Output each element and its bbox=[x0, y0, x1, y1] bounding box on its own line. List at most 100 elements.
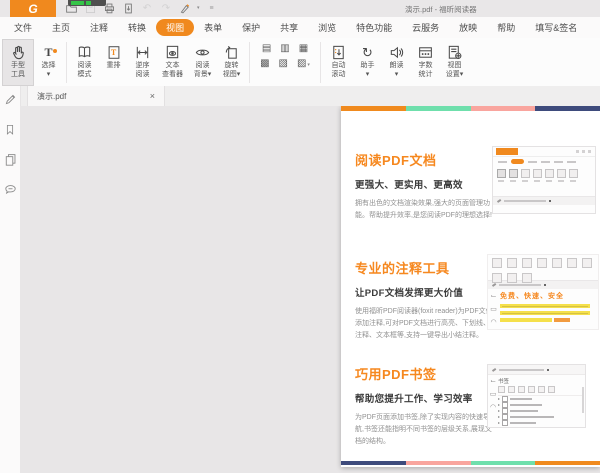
annotation-tagline: 免费、快速、安全 bbox=[500, 293, 564, 300]
hand-tool-button[interactable]: 手型 工具 bbox=[2, 39, 34, 86]
redo-icon[interactable]: ↷ bbox=[159, 2, 173, 15]
page-top-stripe bbox=[341, 106, 600, 111]
mini-bookmark-icon: ⌙ bbox=[490, 293, 497, 300]
tab-convert[interactable]: 转换 bbox=[118, 19, 156, 36]
tab-features[interactable]: 特色功能 bbox=[346, 19, 402, 36]
doc-gear-icon bbox=[446, 43, 463, 62]
section-heading: 阅读PDF文档 bbox=[355, 153, 437, 168]
annotation-thumbnail: ⌙ ▭ ◠ 免费、快速、安全 bbox=[487, 254, 599, 330]
section-body: 为PDF页面添加书签,除了实现内容的快速导航,书签还能指明不同书签的层级关系,展… bbox=[355, 414, 492, 445]
reverse-arrows-icon bbox=[134, 43, 151, 62]
hand-icon bbox=[10, 43, 27, 62]
split-view-icon[interactable]: ▨▾ bbox=[297, 59, 310, 69]
tab-share[interactable]: 共享 bbox=[270, 19, 308, 36]
tab-file[interactable]: 文件 bbox=[4, 19, 42, 36]
section-annotation-tools: 专业的注释工具 让PDF文档发挥更大价值 使用福昕PDF阅读器(foxit re… bbox=[355, 258, 496, 342]
page-layout-group: ▤ ▥ ▦ ▩ ▧ ▨▾ bbox=[253, 39, 317, 86]
export-doc-icon[interactable] bbox=[121, 2, 135, 15]
mini-bookmark-icon: ⌙ bbox=[490, 378, 496, 385]
auto-scroll-icon bbox=[330, 43, 347, 62]
window-title: 演示.pdf - 福昕阅读器 bbox=[405, 5, 477, 14]
edit-pencil-icon[interactable] bbox=[4, 93, 17, 106]
tab-protect[interactable]: 保护 bbox=[232, 19, 270, 36]
tab-comment[interactable]: 注释 bbox=[80, 19, 118, 36]
reflow-doc-icon: T bbox=[106, 43, 122, 62]
foxit-reader-window: G ↶ ↷ ▾ ≡ 演示.pdf - 福昕阅读器 文件 主页 注释 转换 视图 … bbox=[0, 0, 600, 473]
rotate-view-button[interactable]: 旋转 视图▾ bbox=[217, 39, 246, 86]
highlighted-line bbox=[500, 303, 590, 308]
mini-scrollbar bbox=[582, 387, 584, 413]
abacus-icon bbox=[417, 43, 434, 62]
foxit-logo[interactable]: G bbox=[10, 0, 56, 17]
eye-icon bbox=[194, 43, 211, 62]
section-read-pdf: 阅读PDF文档 更强大、更实用、更高效 拥有出色的文档渲染效果,强大的页面管理功… bbox=[355, 150, 496, 222]
document-canvas[interactable]: 阅读PDF文档 更强大、更实用、更高效 拥有出色的文档渲染效果,强大的页面管理功… bbox=[20, 106, 600, 473]
comment-icon[interactable] bbox=[4, 183, 17, 196]
bookmark-icon[interactable] bbox=[4, 123, 16, 136]
tab-help[interactable]: 帮助 bbox=[487, 19, 525, 36]
document-tab-label: 演示.pdf bbox=[37, 91, 67, 101]
section-body: 使用福昕PDF阅读器(foxit reader)为PDF文件添加注释,可对PDF… bbox=[355, 308, 493, 339]
continuous-icon[interactable]: ▦ bbox=[299, 44, 308, 54]
tab-cloud[interactable]: 云服务 bbox=[402, 19, 449, 36]
pages-icon[interactable] bbox=[4, 153, 17, 166]
book-mode-icon[interactable]: ▧ bbox=[279, 59, 288, 69]
tab-fill-sign[interactable]: 填写&签名 bbox=[525, 19, 587, 36]
section-bookmarks: 巧用PDF书签 帮助您提升工作、学习效率 为PDF页面添加书签,除了实现内容的快… bbox=[355, 364, 496, 448]
pdf-page: 阅读PDF文档 更强大、更实用、更高效 拥有出色的文档渲染效果,强大的页面管理功… bbox=[341, 106, 600, 467]
read-aloud-button[interactable]: 朗读 ▾ bbox=[382, 39, 411, 86]
mini-logo bbox=[496, 148, 518, 155]
book-icon bbox=[76, 43, 93, 62]
facing-pages-icon[interactable]: ▥ bbox=[280, 44, 289, 54]
rotate-pages-icon bbox=[223, 43, 240, 62]
text-viewer-button[interactable]: 文本 查看器 bbox=[157, 39, 188, 86]
tab-slideshow[interactable]: 放映 bbox=[449, 19, 487, 36]
ribbon-separator bbox=[249, 42, 250, 83]
tab-home[interactable]: 主页 bbox=[42, 19, 80, 36]
speaker-icon bbox=[388, 43, 405, 62]
assistant-icon: ↻ bbox=[362, 45, 373, 60]
single-page-icon[interactable]: ▤ bbox=[262, 44, 271, 54]
tab-form[interactable]: 表单 bbox=[194, 19, 232, 36]
bookmark-panel-title: 书签 bbox=[498, 379, 510, 385]
section-subheading: 更强大、更实用、更高效 bbox=[355, 180, 463, 191]
brush-icon[interactable] bbox=[178, 2, 192, 15]
read-mode-button[interactable]: 阅读 模式 bbox=[70, 39, 99, 86]
reader-ui-thumbnail bbox=[492, 146, 596, 214]
section-subheading: 让PDF文档发挥更大价值 bbox=[355, 288, 464, 299]
ribbon-tab-bar: 文件 主页 注释 转换 视图 表单 保护 共享 浏览 特色功能 云服务 放映 帮… bbox=[0, 17, 600, 38]
section-subheading: 帮助您提升工作、学习效率 bbox=[355, 394, 473, 405]
titlebar: G ↶ ↷ ▾ ≡ 演示.pdf - 福昕阅读器 bbox=[0, 0, 600, 17]
mini-comment-icon: ◠ bbox=[490, 319, 497, 326]
reverse-read-button[interactable]: 逆序 阅读 bbox=[128, 39, 157, 86]
doc-eye-icon bbox=[164, 43, 181, 62]
view-ribbon: 手型 工具 T 选择 ▾ 阅读 模式 T 重排 逆序 阅读 文本 查看器 阅读 … bbox=[0, 38, 600, 87]
auto-scroll-button[interactable]: 自动 滚动 bbox=[324, 39, 353, 86]
section-heading: 专业的注释工具 bbox=[355, 261, 450, 276]
select-text-icon: T bbox=[44, 43, 57, 62]
word-count-button[interactable]: 字数 统计 bbox=[411, 39, 440, 86]
customize-qat-icon[interactable]: ≡ bbox=[205, 2, 219, 15]
continuous-facing-icon[interactable]: ▩ bbox=[260, 59, 269, 69]
ribbon-separator bbox=[66, 42, 67, 83]
document-tab-bar: 演示.pdf × bbox=[20, 86, 600, 107]
read-background-button[interactable]: 阅读 背景▾ bbox=[188, 39, 217, 86]
view-settings-button[interactable]: 视图 设置▾ bbox=[440, 39, 469, 86]
mini-pages-icon: ▭ bbox=[490, 306, 497, 313]
reflow-button[interactable]: T 重排 bbox=[99, 39, 128, 86]
highlighted-line bbox=[500, 310, 590, 315]
mini-comment-icon: ◠ bbox=[489, 404, 497, 411]
document-tab[interactable]: 演示.pdf × bbox=[27, 86, 165, 106]
navigation-sidebar bbox=[0, 86, 21, 473]
undo-icon[interactable]: ↶ bbox=[140, 2, 154, 15]
ribbon-separator bbox=[320, 42, 321, 83]
tab-browse[interactable]: 浏览 bbox=[308, 19, 346, 36]
select-tool-button[interactable]: T 选择 ▾ bbox=[34, 39, 63, 86]
assistant-button[interactable]: ↻ 助手 ▾ bbox=[353, 39, 382, 86]
tab-close-icon[interactable]: × bbox=[150, 91, 155, 101]
page-bottom-stripe bbox=[341, 461, 600, 465]
section-body: 拥有出色的文档渲染效果,强大的页面管理功能。帮助提升效率,是您阅读PDF的理想选… bbox=[355, 200, 492, 219]
bookmark-item: ▸ bbox=[498, 420, 582, 426]
brush-caret-icon[interactable]: ▾ bbox=[197, 6, 200, 11]
tab-view[interactable]: 视图 bbox=[156, 19, 195, 36]
